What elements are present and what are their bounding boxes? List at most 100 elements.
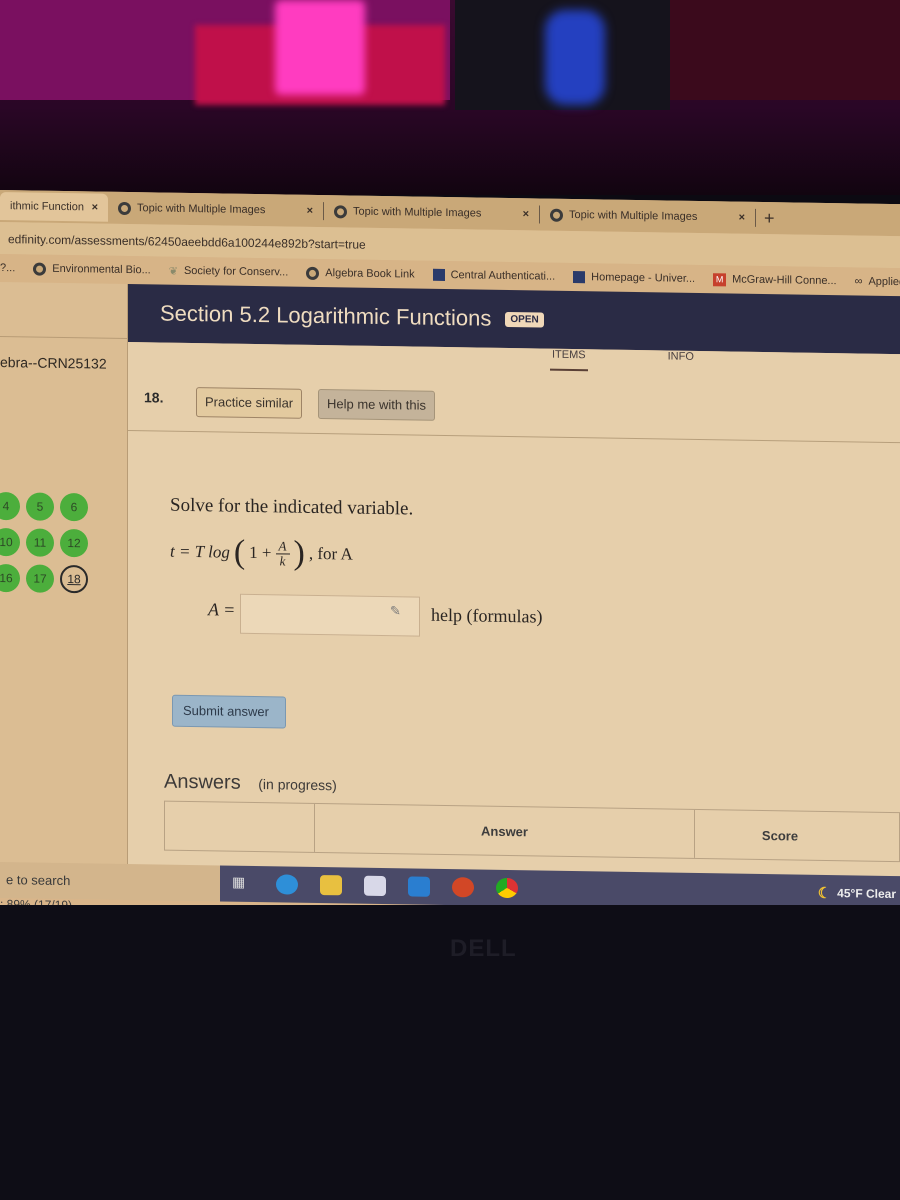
page-title: Section 5.2 Logarithmic Functions	[160, 300, 492, 331]
denominator: k	[279, 552, 286, 568]
tab-items[interactable]: ITEMS	[550, 348, 588, 372]
question-dot[interactable]: 5	[26, 492, 54, 521]
status-badge: OPEN	[505, 311, 544, 328]
file-explorer-icon[interactable]	[320, 875, 342, 896]
chrome-icon[interactable]	[496, 877, 518, 899]
tab-3[interactable]: Topic with Multiple Images ×	[540, 200, 755, 231]
globe-icon	[550, 208, 563, 222]
weather-widget[interactable]: ☾ 45°F Clear	[818, 884, 900, 903]
tv-figure	[545, 10, 605, 105]
equation-lhs: t = T log	[170, 541, 230, 562]
help-formulas-link[interactable]: help (formulas)	[431, 605, 542, 628]
globe-icon	[334, 204, 347, 218]
m-logo-icon: M	[713, 272, 727, 286]
bookmark-6[interactable]: M McGraw-Hill Conne...	[713, 272, 837, 288]
table-header: Answer	[315, 803, 695, 858]
infinity-icon: ∞	[854, 275, 863, 288]
edge-icon[interactable]	[276, 874, 298, 895]
search-text: e to search	[6, 872, 71, 889]
bookmark-7[interactable]: ∞ Applied	[855, 275, 900, 288]
close-icon[interactable]: ×	[739, 212, 745, 224]
lamp	[275, 0, 365, 95]
square-logo-icon	[573, 271, 586, 284]
question-dot[interactable]: 12	[60, 528, 88, 558]
question-number: 18.	[144, 389, 164, 406]
square-logo-icon	[432, 268, 445, 281]
url-text: edfinity.com/assessments/62450aeebdd6a10…	[8, 232, 366, 252]
equation-inner: 1 +	[249, 542, 272, 563]
powerpoint-icon[interactable]	[452, 877, 474, 898]
task-view-icon[interactable]: ▦	[232, 874, 254, 894]
close-icon[interactable]: ×	[92, 201, 98, 213]
bookmark-3[interactable]: Algebra Book Link	[306, 266, 415, 281]
bookmark-5[interactable]: Homepage - Univer...	[573, 271, 695, 285]
tab-1[interactable]: Topic with Multiple Images ×	[108, 194, 323, 225]
divider	[128, 430, 900, 444]
answer-label: A =	[208, 599, 236, 620]
new-tab-button[interactable]: +	[756, 207, 775, 228]
question-dot[interactable]: 10	[0, 527, 20, 557]
question-dot[interactable]: 16	[0, 563, 20, 593]
wall-right	[670, 0, 900, 100]
bookmark-1[interactable]: Environmental Bio...	[33, 262, 151, 277]
bookmark-label: Applied	[868, 275, 900, 289]
tab-label: Topic with Multiple Images	[569, 208, 698, 223]
question-dot[interactable]: 11	[26, 528, 54, 557]
answers-title: Answers	[164, 770, 241, 794]
help-me-button[interactable]: Help me with this	[318, 388, 435, 421]
bookmark-label: Environmental Bio...	[52, 262, 151, 277]
bookmark-label: McGraw-Hill Conne...	[732, 273, 837, 288]
question-dot[interactable]: 17	[26, 564, 54, 593]
tab-info[interactable]: INFO	[668, 350, 694, 372]
bookmark-label: Central Authenticati...	[450, 269, 556, 283]
bookmark-label: Algebra Book Link	[325, 267, 415, 281]
close-icon[interactable]: ×	[523, 208, 529, 220]
answers-heading: Answers (in progress)	[164, 771, 337, 797]
fraction: A k	[275, 537, 290, 568]
table-header: Score	[761, 827, 799, 844]
tab-label: ithmic Function	[10, 200, 84, 214]
paren-close: )	[293, 534, 305, 572]
bookmark-2[interactable]: ❦ Society for Conserv...	[169, 264, 289, 279]
numerator: A	[278, 537, 287, 554]
store-icon[interactable]	[364, 875, 386, 897]
bookmark-label: Homepage - Univer...	[591, 271, 696, 285]
practice-similar-button[interactable]: Practice similar	[196, 387, 303, 419]
question-dot[interactable]: 4	[0, 491, 20, 521]
paren-open: (	[233, 533, 246, 571]
bookmark-label: ?...	[0, 262, 16, 275]
leaf-icon: ❦	[168, 265, 178, 278]
weather-text: 45°F Clear	[837, 886, 896, 902]
sidebar: ebra--CRN25132 4 5 6 10 11 12 16 17 18 (…	[0, 282, 128, 912]
close-icon[interactable]: ×	[307, 205, 313, 217]
bookmark-0[interactable]: ?...	[0, 262, 15, 274]
globe-icon	[306, 266, 320, 280]
equation-suffix: , for A	[308, 543, 353, 564]
tab-label: Topic with Multiple Images	[353, 205, 482, 220]
tab-label: Topic with Multiple Images	[137, 202, 266, 217]
globe-icon	[33, 262, 47, 276]
tab-0[interactable]: ithmic Function ×	[0, 192, 108, 222]
course-name: ebra--CRN25132	[0, 354, 107, 372]
equation: t = T log ( 1 + A k ) , for A	[170, 533, 353, 574]
bookmark-label: Society for Conserv...	[183, 264, 289, 279]
submit-answer-button[interactable]: Submit answer	[172, 694, 286, 729]
question-dot-current[interactable]: 18	[60, 564, 88, 594]
answers-status: (in progress)	[258, 776, 337, 794]
question-grid: 4 5 6 10 11 12 16 17 18	[0, 491, 88, 602]
laptop-screen: ithmic Function × Topic with Multiple Im…	[0, 190, 900, 920]
moon-icon: ☾	[817, 884, 832, 903]
sidebar-header	[0, 282, 127, 339]
question-prompt: Solve for the indicated variable.	[170, 494, 414, 520]
background-room	[0, 0, 900, 195]
pencil-icon[interactable]: ✎	[390, 603, 401, 619]
tab-2[interactable]: Topic with Multiple Images ×	[324, 197, 539, 228]
brand-logo: DELL	[450, 935, 517, 962]
bookmark-4[interactable]: Central Authenticati...	[432, 268, 556, 283]
question-dot[interactable]: 6	[60, 492, 88, 522]
answers-table: Answer Score	[164, 800, 900, 863]
mail-icon[interactable]	[408, 876, 430, 897]
subtab-bar: ITEMS INFO	[550, 348, 694, 373]
taskbar-search[interactable]: e to search	[0, 862, 220, 902]
question-panel: 18. Practice similar Help me with this S…	[128, 342, 900, 882]
